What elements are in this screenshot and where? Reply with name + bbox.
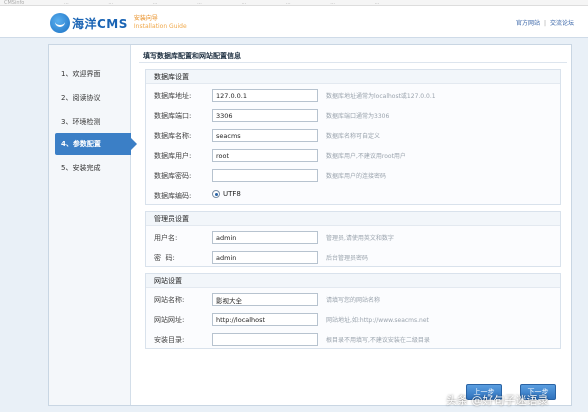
field-hint: 网站地址,如:http://www.seacms.net: [326, 317, 429, 324]
field-label: 密 码:: [154, 254, 175, 262]
page-header: 海洋CMS 安装向导 Installation Guide 官方网站 | 交流论坛: [0, 6, 588, 38]
field-label: 数据库编码:: [154, 192, 192, 200]
field-hint: 数据库名称可自定义: [326, 133, 381, 140]
form-row-db-encoding: 数据库编码: UTF8: [146, 186, 560, 206]
logo-subtitle-en: Installation Guide: [133, 23, 187, 30]
form-row-db-name: 数据库名称: 数据库名称可自定义: [146, 126, 560, 146]
db-user-input[interactable]: [212, 149, 318, 162]
form-row-admin-username: 用户名: 管理员,请使用英文和数字: [146, 228, 560, 248]
install-dir-input[interactable]: [212, 333, 318, 346]
field-label: 安装目录:: [154, 336, 185, 344]
form-row-db-host: 数据库地址: 数据库地址通常为localhost或127.0.0.1: [146, 86, 560, 106]
official-site-link[interactable]: 官方网站: [516, 20, 540, 27]
db-port-input[interactable]: [212, 109, 318, 122]
field-label: 数据库用户:: [154, 152, 192, 160]
form-row-install-dir: 安装目录: 根目录不用填写,不建议安装在二级目录: [146, 330, 560, 350]
field-label: 数据库名称:: [154, 132, 192, 140]
form-row-db-user: 数据库用户: 数据库用户,不建议用root用户: [146, 146, 560, 166]
field-label: 网站名称:: [154, 296, 185, 304]
field-hint: 根目录不用填写,不建议安装在二级目录: [326, 337, 430, 344]
field-hint: 数据库用户,不建议用root用户: [326, 153, 406, 160]
radio-label: UTF8: [223, 190, 241, 198]
steps-sidebar: 1、欢迎界面 2、阅读协议 3、环境检测 4、参数配置 5、安装完成: [49, 45, 137, 405]
field-hint: 数据库地址通常为localhost或127.0.0.1: [326, 93, 436, 100]
form-row-site-url: 网站网址: 网站地址,如:http://www.seacms.net: [146, 310, 560, 330]
form-row-db-port: 数据库端口: 数据库端口通常为3306: [146, 106, 560, 126]
db-host-input[interactable]: [212, 89, 318, 102]
form-row-admin-password: 密 码: 后台管理员密码: [146, 248, 560, 268]
admin-username-input[interactable]: [212, 231, 318, 244]
forum-link[interactable]: 交流论坛: [550, 20, 574, 27]
watermark: 头条 @好句子迷语录: [446, 394, 549, 407]
page-title: 填写数据库配置和网站配置信息: [139, 49, 567, 63]
logo-text: 海洋CMS: [72, 16, 128, 31]
link-separator: |: [543, 20, 546, 27]
step-environment-check: 3、环境检测: [61, 118, 101, 126]
config-content: 填写数据库配置和网站配置信息 数据库设置 数据库地址: 数据库地址通常为loca…: [139, 47, 567, 403]
field-label: 网站网址:: [154, 316, 185, 324]
section-title: 管理员设置: [146, 212, 560, 226]
db-name-input[interactable]: [212, 129, 318, 142]
field-hint: 数据库端口通常为3306: [326, 113, 390, 120]
admin-section: 管理员设置 用户名: 管理员,请使用英文和数字 密 码: 后台管理员密码: [145, 211, 561, 267]
site-section: 网站设置 网站名称: 请填写您的网站名称 网站网址: 网站地址,如:http:/…: [145, 273, 561, 349]
step-parameter-config: 4、参数配置: [55, 133, 137, 155]
logo-subtitle: 安装向导 Installation Guide: [134, 15, 187, 31]
field-label: 数据库端口:: [154, 112, 192, 120]
installer-panel: 1、欢迎界面 2、阅读协议 3、环境检测 4、参数配置 5、安装完成 填写数据库…: [48, 44, 572, 406]
form-row-site-name: 网站名称: 请填写您的网站名称: [146, 290, 560, 310]
section-title: 数据库设置: [146, 70, 560, 84]
top-links: 官方网站 | 交流论坛: [516, 18, 574, 27]
logo: 海洋CMS 安装向导 Installation Guide: [50, 11, 187, 35]
logo-subtitle-cn: 安装向导: [133, 15, 158, 22]
wave-logo-icon: [50, 13, 70, 33]
admin-password-input[interactable]: [212, 251, 318, 264]
step-welcome: 1、欢迎界面: [61, 70, 101, 78]
db-password-input[interactable]: [212, 169, 318, 182]
step-agreement: 2、阅读协议: [61, 94, 101, 102]
site-url-input[interactable]: [212, 313, 318, 326]
field-hint: 管理员,请使用英文和数字: [326, 235, 394, 242]
form-row-db-password: 数据库密码: 数据库用户的连接密码: [146, 166, 560, 186]
site-name-input[interactable]: [212, 293, 318, 306]
field-hint: 后台管理员密码: [326, 255, 369, 262]
database-section: 数据库设置 数据库地址: 数据库地址通常为localhost或127.0.0.1…: [145, 69, 561, 205]
field-hint: 请填写您的网站名称: [326, 297, 381, 304]
utf8-radio[interactable]: [212, 190, 220, 198]
encoding-radio-group: UTF8: [212, 190, 241, 198]
section-title: 网站设置: [146, 274, 560, 288]
field-hint: 数据库用户的连接密码: [326, 173, 387, 180]
field-label: 数据库地址:: [154, 92, 192, 100]
step-install-complete: 5、安装完成: [61, 164, 101, 172]
field-label: 用户名:: [154, 234, 178, 242]
field-label: 数据库密码:: [154, 172, 192, 180]
